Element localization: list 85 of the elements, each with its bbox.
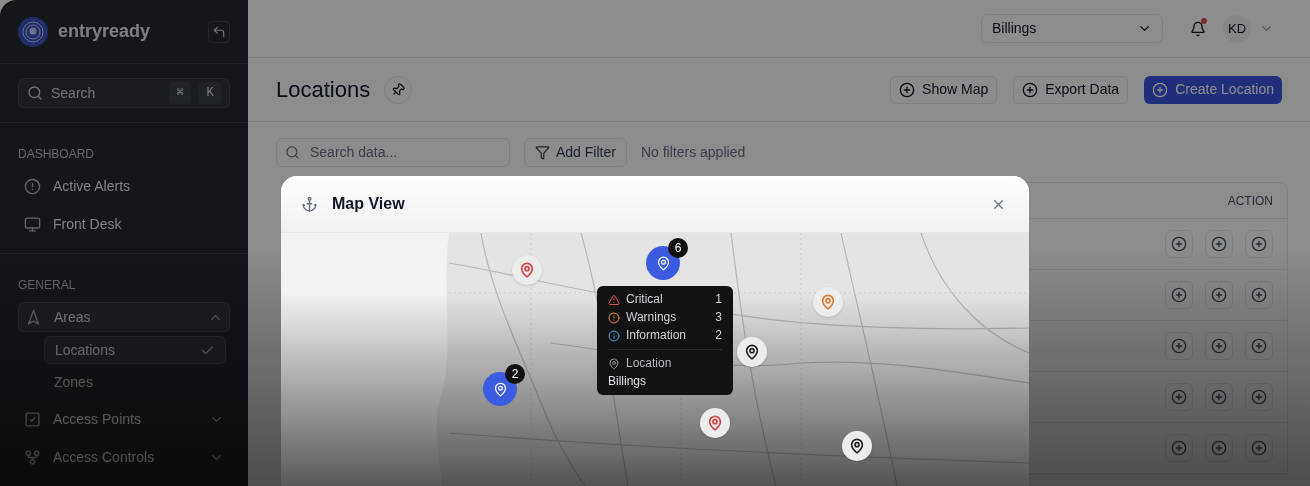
tooltip-count: 3 <box>715 310 722 325</box>
tooltip-label: Critical <box>626 292 664 307</box>
collapse-button[interactable] <box>208 20 230 43</box>
plus-circle-icon <box>899 81 916 98</box>
plus-circle-icon <box>1152 81 1169 98</box>
alert-circle-icon <box>24 177 41 195</box>
add-button[interactable] <box>1245 332 1273 360</box>
search-icon <box>285 144 300 160</box>
add-button[interactable] <box>1245 434 1273 462</box>
add-button[interactable] <box>1165 332 1193 360</box>
info-icon <box>608 329 620 342</box>
add-button[interactable] <box>1245 281 1273 309</box>
add-button[interactable] <box>1165 281 1193 309</box>
plus-circle-icon <box>1171 338 1187 354</box>
add-button[interactable] <box>1205 281 1233 309</box>
search-icon <box>27 85 43 101</box>
user-avatar[interactable]: KD <box>1223 14 1251 43</box>
bell-icon <box>1190 20 1206 37</box>
nav-item[interactable]: Access Points <box>18 404 230 434</box>
location-select[interactable]: Billings <box>981 14 1163 43</box>
tooltip-label: Location <box>626 356 672 371</box>
nav-subitem[interactable]: Locations <box>44 336 226 364</box>
column-header: ACTION <box>1227 192 1273 210</box>
action-button[interactable]: Export Data <box>1013 75 1129 104</box>
add-button[interactable] <box>1165 230 1193 258</box>
search-field[interactable]: Search data... <box>276 137 510 167</box>
page-title: Locations <box>276 76 371 104</box>
plus-circle-icon <box>1251 287 1267 303</box>
action-button[interactable]: Create Location <box>1144 75 1282 104</box>
plus-circle-icon <box>1211 338 1227 354</box>
triangle-alert-icon <box>608 293 620 306</box>
add-button[interactable] <box>1205 434 1233 462</box>
checkbox-icon <box>24 410 41 428</box>
action-button[interactable]: Show Map <box>890 75 998 104</box>
section-heading: DASHBOARD <box>18 146 95 163</box>
nav-subitem[interactable]: Zones <box>44 368 226 396</box>
brand-name: entryready <box>58 20 152 43</box>
search-input[interactable]: Search data... <box>310 141 501 163</box>
add-button[interactable] <box>1205 383 1233 411</box>
logo-icon <box>18 16 48 47</box>
nav-item[interactable]: Access Controls <box>18 442 230 472</box>
plus-circle-icon <box>1211 287 1227 303</box>
plus-circle-icon <box>1251 338 1267 354</box>
add-button[interactable] <box>1205 332 1233 360</box>
corner-arrow-icon <box>212 24 226 39</box>
monitor-icon <box>24 215 41 233</box>
fork-icon <box>24 448 41 466</box>
add-button[interactable] <box>1165 383 1193 411</box>
tooltip-count: 1 <box>715 292 722 307</box>
add-filter-button[interactable]: Add Filter <box>524 137 627 167</box>
nav-item[interactable]: Areas <box>18 302 230 332</box>
plus-circle-icon <box>1171 440 1187 456</box>
add-button[interactable] <box>1245 383 1273 411</box>
shortcut-key: ⌘ <box>169 82 191 104</box>
shortcut-key: K <box>199 82 221 104</box>
tooltip-count: 2 <box>715 328 722 343</box>
funnel-icon <box>535 144 550 160</box>
search-input[interactable]: Search <box>51 82 161 104</box>
plus-circle-icon <box>1171 389 1187 405</box>
nav-item[interactable]: Active Alerts <box>18 171 230 201</box>
plus-circle-icon <box>1251 440 1267 456</box>
pin-icon <box>492 381 508 397</box>
navigation-arrow-icon <box>25 308 42 326</box>
plus-circle-icon <box>1211 236 1227 252</box>
plus-circle-icon <box>1211 440 1227 456</box>
alert-circle-icon <box>608 311 620 324</box>
pin-icon <box>655 255 671 271</box>
add-button[interactable] <box>1245 230 1273 258</box>
plus-circle-icon <box>1211 389 1227 405</box>
plus-circle-icon <box>1022 81 1039 98</box>
add-button[interactable] <box>1165 434 1193 462</box>
filter-status: No filters applied <box>640 142 746 162</box>
section-heading: GENERAL <box>18 277 77 294</box>
tooltip-label: Information <box>626 328 688 343</box>
anchor-icon <box>301 195 318 213</box>
nav-item[interactable]: Front Desk <box>18 209 230 239</box>
tooltip-value: Billings <box>608 374 647 389</box>
tooltip-label: Warnings <box>626 310 678 325</box>
plus-circle-icon <box>1171 236 1187 252</box>
plus-circle-icon <box>1251 236 1267 252</box>
plus-circle-icon <box>1251 389 1267 405</box>
plus-circle-icon <box>1171 287 1187 303</box>
add-button[interactable] <box>1205 230 1233 258</box>
dialog-title: Map View <box>332 194 406 214</box>
pin-icon <box>608 357 620 370</box>
